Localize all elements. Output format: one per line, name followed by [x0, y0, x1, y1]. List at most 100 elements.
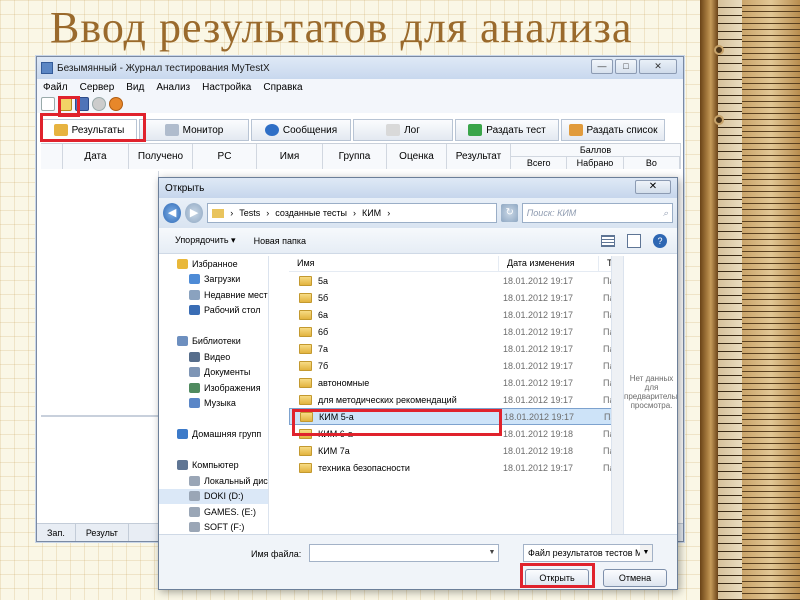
nav-item-label: SOFT (F:) — [204, 522, 245, 533]
file-date: 18.01.2012 19:17 — [503, 343, 574, 354]
file-type-select[interactable]: Файл результатов тестов My ▼ — [523, 544, 653, 562]
path-segment[interactable]: Tests — [239, 208, 260, 218]
window-title: Безымянный - Журнал тестирования MyTestX — [57, 62, 270, 74]
col-date[interactable]: Дата — [63, 144, 129, 169]
menu-view[interactable]: Вид — [126, 82, 144, 93]
file-date: 18.01.2012 19:17 — [503, 309, 574, 320]
nav-item[interactable]: Избранное — [159, 256, 268, 272]
file-row[interactable]: для методических рекомендаций 18.01.2012 … — [289, 391, 619, 408]
col-pc[interactable]: PC — [193, 144, 257, 169]
nav-item[interactable]: Документы — [159, 365, 268, 381]
folder-icon — [299, 275, 312, 286]
file-row[interactable]: автономные 18.01.2012 19:17 Па — [289, 374, 619, 391]
file-date: 18.01.2012 19:18 — [503, 445, 574, 456]
file-row[interactable]: 6а 18.01.2012 19:17 Па — [289, 306, 619, 323]
col-partial[interactable]: Во — [624, 157, 680, 169]
nav-item[interactable]: Локальный дис — [159, 473, 268, 489]
menu-server[interactable]: Сервер — [80, 82, 115, 93]
col-grade[interactable]: Оценка — [387, 144, 447, 169]
minimize-button[interactable]: — — [591, 59, 613, 74]
file-name: 6а — [318, 309, 329, 320]
file-row[interactable]: техника безопасности 18.01.2012 19:17 Па — [289, 459, 619, 476]
nav-item-icon — [189, 522, 200, 533]
preview-pane-icon[interactable] — [627, 234, 641, 248]
search-icon: ⌕ — [662, 207, 669, 218]
tab-log[interactable]: Лог — [353, 119, 453, 141]
tab-messages[interactable]: Сообщения — [251, 119, 351, 141]
balls-label: Баллов — [511, 144, 680, 157]
path-segment[interactable]: созданные тесты — [275, 208, 347, 218]
nav-item[interactable]: Изображения — [159, 380, 268, 396]
tab-distribute-list[interactable]: Раздать список — [561, 119, 665, 141]
nav-item[interactable]: Библиотеки — [159, 334, 268, 350]
file-list-scrollbar[interactable] — [611, 256, 623, 542]
nav-item-icon — [189, 506, 200, 517]
folder-icon — [299, 462, 312, 473]
menu-analysis[interactable]: Анализ — [156, 82, 190, 93]
menu-file[interactable]: Файл — [43, 82, 68, 93]
nav-item-icon — [189, 398, 200, 409]
nav-item[interactable]: Домашняя групп — [159, 427, 268, 443]
address-bar[interactable]: › Tests › созданные тесты › КИМ › — [207, 203, 498, 223]
col-received[interactable]: Получено — [129, 144, 193, 169]
cancel-button[interactable]: Отмена — [603, 569, 667, 587]
nav-item[interactable]: Рабочий стол — [159, 303, 268, 319]
col-result[interactable]: Результат — [447, 144, 511, 169]
forward-arrow-icon[interactable]: ▶ — [185, 203, 204, 223]
server-icon[interactable] — [109, 97, 123, 111]
new-folder-button[interactable]: Новая папка — [254, 236, 306, 246]
menu-settings[interactable]: Настройка — [202, 82, 251, 93]
monitor-icon — [164, 124, 179, 136]
file-row[interactable]: 6б 18.01.2012 19:17 Па — [289, 323, 619, 340]
tab-distribute-test[interactable]: Раздать тест — [455, 119, 559, 141]
col-group[interactable]: Группа — [323, 144, 387, 169]
maximize-button[interactable]: □ — [615, 59, 637, 74]
file-row[interactable]: 7а 18.01.2012 19:17 Па — [289, 340, 619, 357]
nav-item-label: Избранное — [192, 258, 238, 269]
col-scored[interactable]: Набрано — [567, 157, 624, 169]
messages-icon — [264, 124, 279, 136]
col-total[interactable]: Всего — [511, 157, 568, 169]
tab-monitor[interactable]: Монитор — [139, 119, 249, 141]
nav-item-label: Видео — [204, 351, 231, 362]
col-file-name[interactable]: Имя — [289, 256, 499, 271]
col-date-modified[interactable]: Дата изменения — [499, 256, 599, 271]
chevron-down-icon[interactable]: ▼ — [486, 545, 498, 561]
file-name: автономные — [318, 377, 370, 388]
disabled-action-icon[interactable] — [92, 97, 106, 111]
back-arrow-icon[interactable]: ◀ — [163, 203, 182, 223]
refresh-icon[interactable]: ↻ — [501, 204, 518, 222]
help-icon[interactable]: ? — [653, 234, 667, 248]
chevron-down-icon[interactable]: ▼ — [640, 545, 652, 561]
file-row[interactable]: 5б 18.01.2012 19:17 Па — [289, 289, 619, 306]
nav-item[interactable]: Загрузки — [159, 272, 268, 288]
nav-item[interactable]: SOFT (F:) — [159, 520, 268, 536]
file-row[interactable]: 5а 18.01.2012 19:17 Па — [289, 272, 619, 289]
nav-item[interactable]: DOKI (D:) — [159, 488, 268, 504]
new-file-icon[interactable] — [41, 97, 55, 111]
view-options-icon[interactable] — [601, 235, 615, 247]
search-placeholder: Поиск: КИМ — [526, 208, 577, 218]
filename-input[interactable]: ▼ — [309, 544, 499, 562]
col-name[interactable]: Имя — [257, 144, 323, 169]
app-icon — [41, 62, 53, 74]
nav-item[interactable]: GAMES. (E:) — [159, 504, 268, 520]
nav-item[interactable]: Компьютер — [159, 458, 268, 474]
file-row[interactable]: 7б 18.01.2012 19:17 Па — [289, 357, 619, 374]
organize-button[interactable]: Упорядочить ▾ — [175, 235, 236, 246]
nav-item[interactable]: Музыка — [159, 396, 268, 412]
menu-help[interactable]: Справка — [263, 82, 302, 93]
dialog-close-button[interactable]: ✕ — [635, 180, 671, 194]
nav-item-label: Музыка — [204, 398, 236, 409]
nav-item[interactable]: Видео — [159, 349, 268, 365]
rivet-icon — [714, 115, 724, 125]
file-name: техника безопасности — [318, 462, 410, 473]
file-row[interactable]: КИМ 7а 18.01.2012 19:18 Па — [289, 442, 619, 459]
tab-label: Сообщения — [282, 124, 338, 136]
path-segment[interactable]: КИМ — [362, 208, 381, 218]
search-input[interactable]: Поиск: КИМ ⌕ — [521, 203, 674, 223]
close-button[interactable]: ✕ — [639, 59, 677, 74]
file-type-value: Файл результатов тестов My — [528, 548, 647, 558]
pane-divider[interactable] — [41, 415, 159, 417]
nav-item[interactable]: Недавние мест — [159, 287, 268, 303]
